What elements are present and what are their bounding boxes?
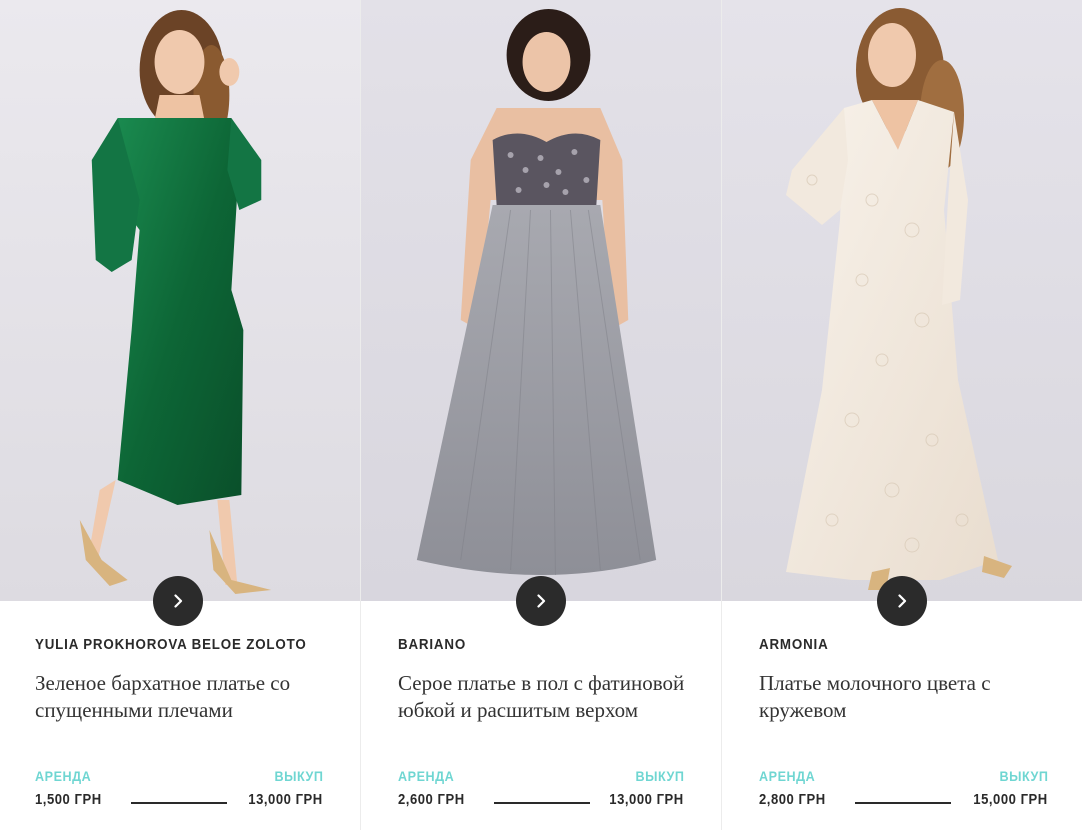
buy-price: 13,000 ГРН <box>248 792 323 808</box>
product-card-1[interactable]: YULIA PROKHOROVA BELOE ZOLOTO Зеленое ба… <box>0 0 361 830</box>
buy-price: 13,000 ГРН <box>609 792 684 808</box>
next-button[interactable] <box>516 576 566 626</box>
product-photo-grey-gown[interactable] <box>361 0 721 601</box>
product-info: BARIANO Серое платье в пол с фатиновой ю… <box>361 601 721 830</box>
chevron-right-icon <box>537 594 546 608</box>
buy-price: 15,000 ГРН <box>973 792 1048 808</box>
product-info: YULIA PROKHOROVA BELOE ZOLOTO Зеленое ба… <box>0 601 360 830</box>
product-info: ARMONIA Платье молочного цвета с кружево… <box>722 601 1082 830</box>
buy-label: ВЫКУП <box>634 768 684 784</box>
product-grid: YULIA PROKHOROVA BELOE ZOLOTO Зеленое ба… <box>0 0 1082 830</box>
rent-label: АРЕНДА <box>759 768 816 784</box>
chevron-right-icon <box>898 594 907 608</box>
rent-label: АРЕНДА <box>398 768 455 784</box>
rent-label: АРЕНДА <box>35 768 92 784</box>
product-brand[interactable]: YULIA PROKHOROVA BELOE ZOLOTO <box>35 637 307 653</box>
price-divider <box>494 802 590 804</box>
buy-label: ВЫКУП <box>998 768 1048 784</box>
product-brand[interactable]: ARMONIA <box>759 637 829 653</box>
product-card-2[interactable]: BARIANO Серое платье в пол с фатиновой ю… <box>361 0 722 830</box>
product-photo-ivory-lace-dress[interactable] <box>722 0 1082 601</box>
price-divider <box>855 802 951 804</box>
product-photo-green-dress[interactable] <box>0 0 360 601</box>
buy-label: ВЫКУП <box>273 768 323 784</box>
price-divider <box>131 802 227 804</box>
product-brand[interactable]: BARIANO <box>398 637 466 653</box>
product-title[interactable]: Зеленое бархатное платье со спущенными п… <box>35 670 335 724</box>
product-title[interactable]: Серое платье в пол с фатиновой юбкой и р… <box>398 670 698 724</box>
rent-price: 2,600 ГРН <box>398 792 465 808</box>
next-button[interactable] <box>877 576 927 626</box>
rent-price: 1,500 ГРН <box>35 792 102 808</box>
product-title[interactable]: Платье молочного цвета с кружевом <box>759 670 1059 724</box>
rent-price: 2,800 ГРН <box>759 792 826 808</box>
chevron-right-icon <box>174 594 183 608</box>
next-button[interactable] <box>153 576 203 626</box>
product-card-3[interactable]: ARMONIA Платье молочного цвета с кружево… <box>722 0 1082 830</box>
